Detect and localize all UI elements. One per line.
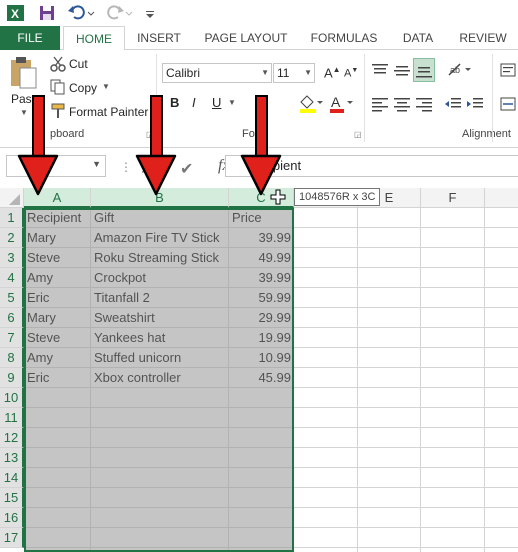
row-header-2[interactable]: 2 xyxy=(0,228,24,248)
wrap-text-icon[interactable] xyxy=(500,62,516,78)
tab-insert[interactable]: INSERT xyxy=(130,26,188,50)
undo-icon[interactable] xyxy=(66,3,96,23)
row-header-8[interactable]: 8 xyxy=(0,348,24,368)
tab-home[interactable]: HOME xyxy=(63,26,125,51)
grip-icon: ⋮ xyxy=(120,160,132,174)
underline-dropdown-icon[interactable]: ▼ xyxy=(228,98,236,107)
quick-access-toolbar: X xyxy=(0,0,518,26)
font-size-value: 11 xyxy=(277,66,290,80)
paste-icon[interactable] xyxy=(8,56,38,92)
underline-icon[interactable]: U xyxy=(212,95,221,110)
font-size-box[interactable]: 11 ▼ xyxy=(273,63,315,83)
row-header-11[interactable]: 11 xyxy=(0,408,24,428)
copy-button[interactable]: Copy xyxy=(69,81,97,95)
tab-formulas[interactable]: FORMULAS xyxy=(305,26,383,50)
column-selection xyxy=(24,208,294,552)
decrease-font-icon[interactable]: A▼ xyxy=(344,67,358,80)
row-header-4[interactable]: 4 xyxy=(0,268,24,288)
column-header-g[interactable] xyxy=(485,188,518,208)
row-header-16[interactable]: 16 xyxy=(0,508,24,528)
middle-align-icon[interactable] xyxy=(393,62,411,78)
red-arrow-icon xyxy=(17,95,59,196)
dialog-launcher-icon[interactable]: ◲ xyxy=(354,130,362,139)
increase-font-icon[interactable]: A▲ xyxy=(324,65,341,80)
chevron-down-icon[interactable]: ▼ xyxy=(92,159,101,169)
font-name-value: Calibri xyxy=(166,66,201,80)
row-header-7[interactable]: 7 xyxy=(0,328,24,348)
customize-icon[interactable] xyxy=(144,3,156,23)
align-left-icon[interactable] xyxy=(371,96,389,112)
increase-indent-icon[interactable] xyxy=(466,96,484,112)
ribbon-tabs: FILE HOME INSERT PAGE LAYOUT FORMULAS DA… xyxy=(0,26,518,51)
red-arrow-icon xyxy=(240,95,282,196)
tab-file[interactable]: FILE xyxy=(0,26,60,50)
save-icon[interactable] xyxy=(37,3,57,23)
column-header-f[interactable]: F xyxy=(421,188,485,208)
row-header-14[interactable]: 14 xyxy=(0,468,24,488)
row-header-9[interactable]: 9 xyxy=(0,368,24,388)
align-center-icon[interactable] xyxy=(393,96,411,112)
font-name-box[interactable]: Calibri ▼ xyxy=(162,63,272,83)
excel-icon: X xyxy=(6,3,26,23)
selection-size-tooltip: 1048576R x 3C xyxy=(294,188,381,206)
chevron-down-icon[interactable]: ▼ xyxy=(304,64,312,82)
bottom-align-icon[interactable] xyxy=(413,58,435,82)
spreadsheet-grid[interactable]: A B C D E F 1234567891011121314151617 Re… xyxy=(0,188,518,552)
row-header-13[interactable]: 13 xyxy=(0,448,24,468)
cut-button[interactable]: Cut xyxy=(69,57,88,71)
tab-review[interactable]: REVIEW xyxy=(455,26,511,50)
row-header-15[interactable]: 15 xyxy=(0,488,24,508)
row-header-10[interactable]: 10 xyxy=(0,388,24,408)
group-separator xyxy=(364,54,365,142)
merge-center-icon[interactable] xyxy=(500,96,516,112)
svg-text:A: A xyxy=(331,94,341,110)
column-gridline xyxy=(484,208,485,552)
fill-color-icon[interactable] xyxy=(298,94,324,114)
alignment-group-label: Alignment xyxy=(462,128,511,140)
row-header-17[interactable]: 17 xyxy=(0,528,24,548)
row-header-1[interactable]: 1 xyxy=(0,208,24,228)
row-header-12[interactable]: 12 xyxy=(0,428,24,448)
tab-data[interactable]: DATA xyxy=(394,26,442,50)
italic-icon[interactable]: I xyxy=(192,95,196,110)
chevron-down-icon[interactable]: ▼ xyxy=(261,64,269,82)
column-gridline xyxy=(420,208,421,552)
align-right-icon[interactable] xyxy=(415,96,433,112)
cut-icon[interactable] xyxy=(50,56,66,72)
font-color-icon[interactable]: A xyxy=(328,94,354,114)
orientation-icon[interactable]: ab xyxy=(446,61,472,79)
group-separator xyxy=(492,54,493,142)
red-arrow-icon xyxy=(135,95,177,196)
top-align-icon[interactable] xyxy=(371,62,389,78)
row-header-5[interactable]: 5 xyxy=(0,288,24,308)
row-header-3[interactable]: 3 xyxy=(0,248,24,268)
enter-icon[interactable]: ✔ xyxy=(180,159,193,179)
svg-text:ab: ab xyxy=(450,65,460,75)
svg-text:X: X xyxy=(11,7,19,21)
row-header-6[interactable]: 6 xyxy=(0,308,24,328)
decrease-indent-icon[interactable] xyxy=(444,96,462,112)
copy-dropdown-icon[interactable]: ▼ xyxy=(102,82,110,91)
column-gridline xyxy=(357,208,358,552)
copy-icon[interactable] xyxy=(50,79,66,95)
redo-icon[interactable] xyxy=(104,3,134,23)
tab-page-layout[interactable]: PAGE LAYOUT xyxy=(200,26,292,50)
